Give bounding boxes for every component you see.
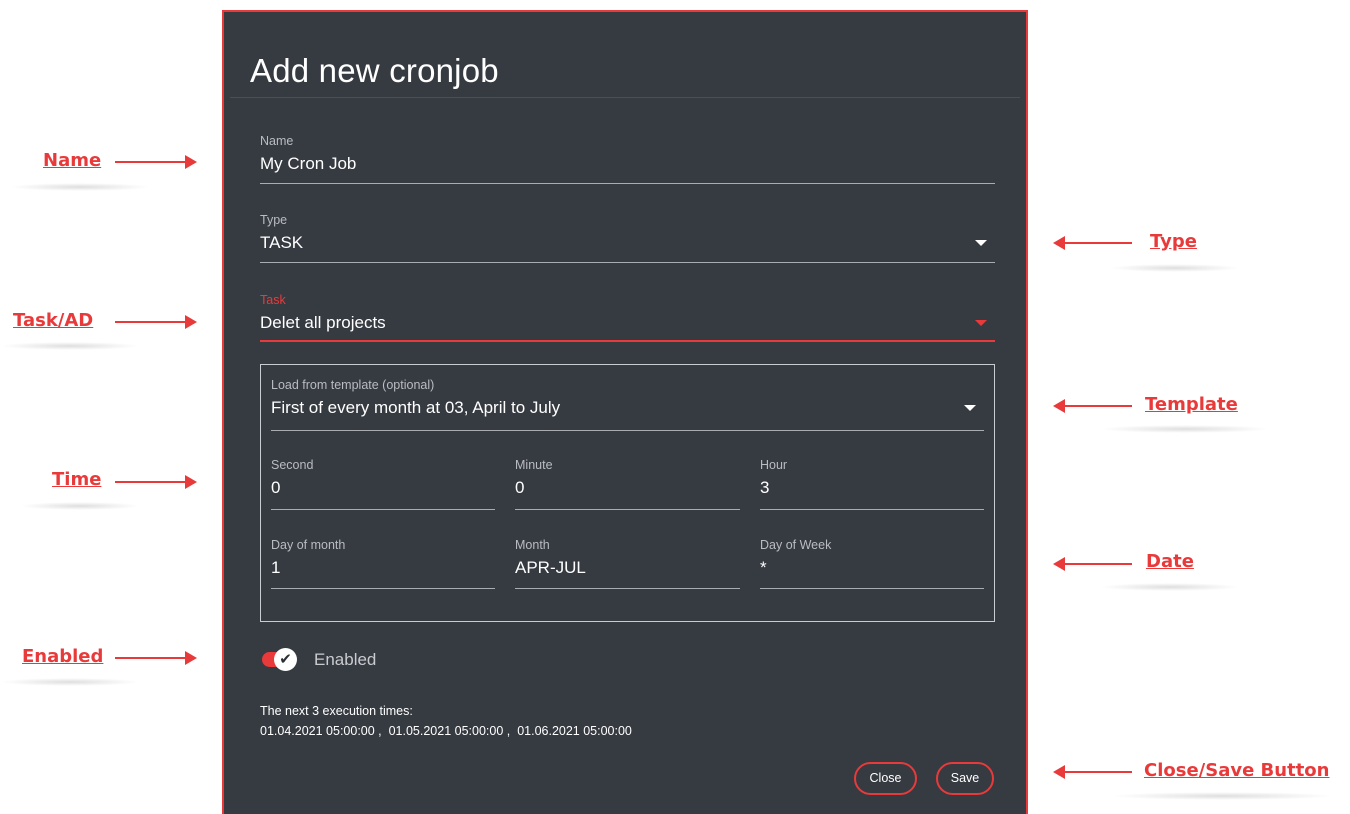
day-of-month-label: Day of month <box>271 538 346 552</box>
arrow-icon <box>115 155 197 169</box>
month-underline <box>515 588 740 589</box>
enabled-label[interactable]: Enabled <box>314 650 376 670</box>
annotation-task-ad: Task/AD <box>13 310 94 331</box>
add-cronjob-dialog: Add new cronjob Name My Cron Job Type TA… <box>222 10 1028 814</box>
task-select[interactable]: Task Delet all projects <box>260 293 995 342</box>
template-value[interactable]: First of every month at 03, April to Jul… <box>271 398 560 418</box>
execution-time: 01.06.2021 05:00:00 <box>517 724 632 738</box>
annotation-shadow <box>1110 792 1335 800</box>
annotation-enabled: Enabled <box>22 646 104 667</box>
annotation-shadow <box>20 502 140 510</box>
schedule-box: Load from template (optional) First of e… <box>260 364 995 622</box>
minute-underline <box>515 509 740 510</box>
annotation-shadow <box>1100 583 1240 591</box>
dialog-title: Add new cronjob <box>250 52 499 89</box>
enabled-toggle[interactable]: ✔ <box>260 646 297 672</box>
month-input[interactable]: APR-JUL <box>515 558 586 578</box>
annotation-shadow <box>0 678 140 686</box>
annotation-shadow <box>1110 264 1240 272</box>
arrow-icon <box>115 315 197 329</box>
second-label: Second <box>271 458 314 472</box>
name-input[interactable]: My Cron Job <box>260 154 356 174</box>
annotation-close-save: Close/Save Button <box>1144 760 1330 781</box>
type-select[interactable]: Type TASK <box>260 213 995 263</box>
day-of-month-field[interactable]: Day of month 1 <box>271 538 495 589</box>
minute-input[interactable]: 0 <box>515 478 524 498</box>
day-of-week-underline <box>760 588 984 589</box>
caret-down-icon[interactable] <box>964 405 976 411</box>
name-underline <box>260 183 995 184</box>
day-of-week-input[interactable]: * <box>760 558 767 578</box>
arrow-icon <box>1053 236 1132 250</box>
day-of-week-field[interactable]: Day of Week * <box>760 538 984 589</box>
second-input[interactable]: 0 <box>271 478 280 498</box>
arrow-icon <box>115 651 197 665</box>
execution-times-heading: The next 3 execution times: <box>260 704 413 718</box>
check-icon[interactable]: ✔ <box>274 648 297 671</box>
annotation-date: Date <box>1146 551 1194 572</box>
annotation-shadow <box>1100 425 1270 433</box>
template-select[interactable]: Load from template (optional) First of e… <box>271 378 984 431</box>
name-field[interactable]: Name My Cron Job <box>260 134 995 184</box>
type-label: Type <box>260 213 288 227</box>
hour-input[interactable]: 3 <box>760 478 769 498</box>
execution-time: 01.05.2021 05:00:00 , <box>388 724 518 738</box>
template-label: Load from template (optional) <box>271 378 435 392</box>
execution-time: 01.04.2021 05:00:00 , <box>260 724 389 738</box>
month-field[interactable]: Month APR-JUL <box>515 538 740 589</box>
arrow-icon <box>1053 557 1132 571</box>
type-value[interactable]: TASK <box>260 233 303 253</box>
caret-down-icon[interactable] <box>975 240 987 246</box>
task-label: Task <box>260 293 286 307</box>
hour-field[interactable]: Hour 3 <box>760 458 984 510</box>
annotation-template: Template <box>1145 394 1238 415</box>
annotation-shadow <box>10 183 150 191</box>
day-of-month-underline <box>271 588 495 589</box>
hour-underline <box>760 509 984 510</box>
template-underline <box>271 430 984 431</box>
caret-down-icon[interactable] <box>975 320 987 326</box>
month-label: Month <box>515 538 550 552</box>
annotation-type: Type <box>1150 231 1197 252</box>
hour-label: Hour <box>760 458 788 472</box>
task-value[interactable]: Delet all projects <box>260 313 386 333</box>
annotation-shadow <box>0 342 140 350</box>
type-underline <box>260 262 995 263</box>
close-button[interactable]: Close <box>854 762 917 795</box>
day-of-week-label: Day of Week <box>760 538 832 552</box>
arrow-icon <box>115 475 197 489</box>
day-of-month-input[interactable]: 1 <box>271 558 280 578</box>
task-underline <box>260 340 995 342</box>
save-button[interactable]: Save <box>936 762 994 795</box>
second-field[interactable]: Second 0 <box>271 458 495 510</box>
execution-times-list: 01.04.2021 05:00:00 , 01.05.2021 05:00:0… <box>260 724 632 738</box>
arrow-icon <box>1053 765 1132 779</box>
minute-label: Minute <box>515 458 553 472</box>
second-underline <box>271 509 495 510</box>
title-divider <box>230 97 1020 98</box>
annotation-time: Time <box>52 469 102 490</box>
annotation-name: Name <box>43 150 102 171</box>
arrow-icon <box>1053 399 1132 413</box>
name-label: Name <box>260 134 294 148</box>
minute-field[interactable]: Minute 0 <box>515 458 740 510</box>
